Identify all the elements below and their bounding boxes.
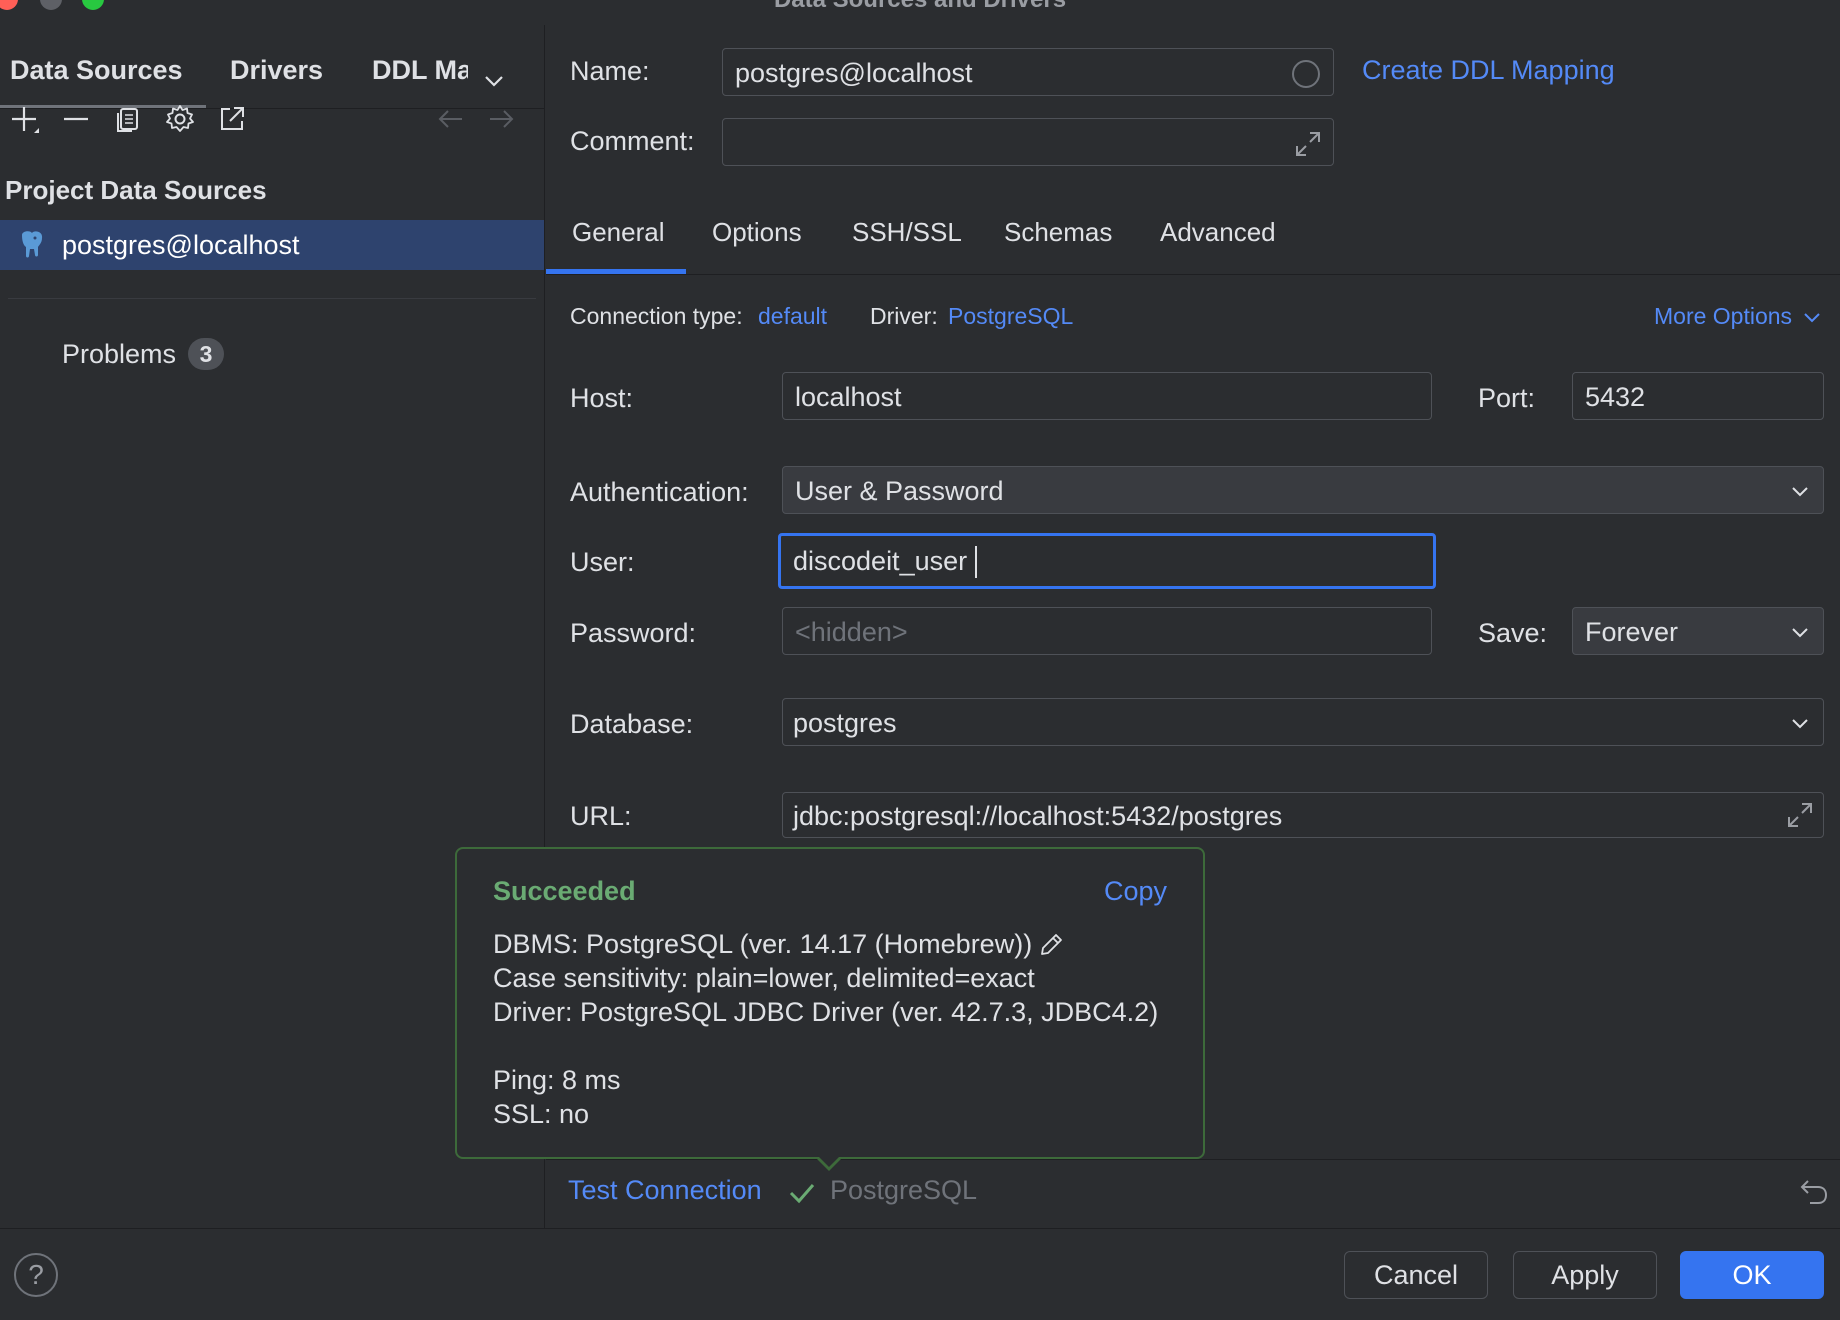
dialog-footer: ? Cancel Apply OK <box>0 1228 1840 1320</box>
data-source-item[interactable]: postgres@localhost <box>0 220 544 270</box>
postgres-elephant-icon <box>22 231 43 258</box>
divider <box>8 298 536 299</box>
user-value: discodeit_user <box>793 546 968 576</box>
port-field[interactable]: 5432 <box>1572 372 1824 420</box>
comment-label: Comment: <box>570 126 695 156</box>
driver-link[interactable]: PostgreSQL <box>948 303 1073 330</box>
expand-icon[interactable] <box>1785 800 1815 830</box>
host-label: Host: <box>570 383 634 413</box>
chevron-down-icon[interactable] <box>1802 307 1822 327</box>
chevron-down-icon <box>1792 487 1808 497</box>
dbms-info: DBMS: PostgreSQL (ver. 14.17 (Homebrew)) <box>493 929 1033 959</box>
ssl-info: SSL: no <box>493 1099 590 1129</box>
cancel-button[interactable]: Cancel <box>1344 1251 1488 1299</box>
comment-field[interactable] <box>722 118 1334 166</box>
window-title: Data Sources and Drivers <box>0 0 1840 10</box>
name-label: Name: <box>570 56 650 86</box>
password-label: Password: <box>570 618 697 648</box>
password-placeholder: <hidden> <box>795 617 908 647</box>
tab-ssh-ssl[interactable]: SSH/SSL <box>852 217 962 248</box>
driver-info: Driver: PostgreSQL JDBC Driver (ver. 42.… <box>493 997 1159 1027</box>
name-field[interactable]: postgres@localhost <box>722 48 1334 96</box>
forward-arrow-icon[interactable] <box>486 103 518 135</box>
database-label: Database: <box>570 709 694 739</box>
color-picker-icon[interactable] <box>1291 59 1321 89</box>
problems-label[interactable]: Problems <box>62 339 176 370</box>
create-ddl-mapping-link[interactable]: Create DDL Mapping <box>1362 55 1615 86</box>
database-field[interactable]: postgres <box>782 698 1824 746</box>
save-select[interactable]: Forever <box>1572 607 1824 655</box>
connection-type-link[interactable]: default <box>758 303 827 330</box>
help-button[interactable]: ? <box>14 1253 58 1297</box>
test-connection-link[interactable]: Test Connection <box>568 1175 762 1206</box>
status-label: Succeeded <box>493 876 636 906</box>
copy-link[interactable]: Copy <box>1104 876 1167 907</box>
title-bar: Data Sources and Drivers <box>0 0 1840 10</box>
driver-label: Driver: <box>870 303 938 329</box>
pencil-icon[interactable] <box>1037 931 1065 959</box>
url-field[interactable]: jdbc:postgresql://localhost:5432/postgre… <box>782 792 1824 838</box>
popup-pointer-inner <box>817 1155 841 1167</box>
name-value: postgres@localhost <box>735 58 973 88</box>
data-source-label: postgres@localhost <box>62 230 300 260</box>
back-arrow-icon[interactable] <box>434 103 466 135</box>
duplicate-icon[interactable] <box>112 103 144 135</box>
chevron-down-icon[interactable] <box>482 69 506 93</box>
tab-schemas[interactable]: Schemas <box>1004 217 1112 248</box>
revert-icon[interactable] <box>1798 1175 1830 1207</box>
url-value: jdbc:postgresql://localhost:5432/postgre… <box>793 801 1283 831</box>
problems-count-badge: 3 <box>188 338 224 370</box>
save-value: Forever <box>1585 617 1679 647</box>
connection-type-label: Connection type: <box>570 303 743 329</box>
tab-divider <box>546 274 1840 275</box>
gear-icon[interactable] <box>164 103 196 135</box>
case-sensitivity-info: Case sensitivity: plain=lower, delimited… <box>493 963 1035 993</box>
chevron-down-icon[interactable] <box>1789 712 1811 734</box>
tab-ddl-mappings[interactable]: DDL Ma <box>372 55 468 86</box>
authentication-select[interactable]: User & Password <box>782 466 1824 514</box>
database-value: postgres <box>793 708 897 738</box>
divider <box>546 1159 1840 1160</box>
tab-options[interactable]: Options <box>712 217 802 248</box>
ping-info: Ping: 8 ms <box>493 1065 621 1095</box>
more-options-link[interactable]: More Options <box>1654 303 1792 330</box>
tab-data-sources[interactable]: Data Sources <box>10 55 183 86</box>
tab-general[interactable]: General <box>572 217 665 248</box>
test-connection-result-popup: Succeeded Copy DBMS: PostgreSQL (ver. 14… <box>455 847 1205 1159</box>
authentication-label: Authentication: <box>570 477 749 507</box>
password-field[interactable]: <hidden> <box>782 607 1432 655</box>
host-value: localhost <box>795 382 902 412</box>
user-field[interactable]: discodeit_user <box>778 533 1436 589</box>
expand-icon[interactable] <box>1293 129 1323 159</box>
remove-icon[interactable] <box>60 103 92 135</box>
section-title: Project Data Sources <box>5 175 267 205</box>
jump-to-icon[interactable] <box>216 103 248 135</box>
tab-drivers[interactable]: Drivers <box>230 55 323 86</box>
save-label: Save: <box>1478 618 1548 648</box>
url-label: URL: <box>570 801 632 831</box>
test-result-label: PostgreSQL <box>830 1175 978 1205</box>
ok-button[interactable]: OK <box>1680 1251 1824 1299</box>
host-field[interactable]: localhost <box>782 372 1432 420</box>
user-label: User: <box>570 547 635 577</box>
text-cursor <box>975 546 977 578</box>
chevron-down-icon <box>1792 628 1808 638</box>
add-icon[interactable] <box>8 103 40 135</box>
port-label: Port: <box>1478 383 1536 413</box>
port-value: 5432 <box>1585 382 1646 412</box>
authentication-value: User & Password <box>795 476 1004 506</box>
checkmark-icon <box>789 1184 815 1204</box>
tab-advanced[interactable]: Advanced <box>1160 217 1276 248</box>
apply-button[interactable]: Apply <box>1513 1251 1657 1299</box>
